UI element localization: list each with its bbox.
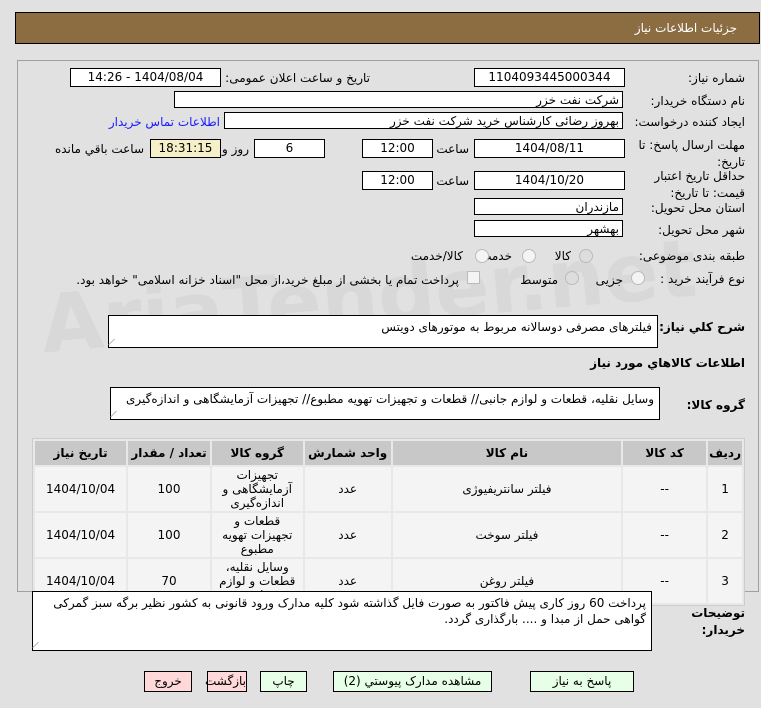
- creator-field: بهروز رضائی کارشناس خرید شرکت نفت خزر: [224, 112, 623, 129]
- validity-label: حداقل تاریخ اعتبار قیمت: تا تاریخ:: [654, 169, 745, 200]
- days-label: روز و: [222, 142, 249, 156]
- category-radio-service[interactable]: [522, 249, 536, 263]
- back-button[interactable]: بازگشت: [205, 671, 247, 692]
- treasury-checkbox[interactable]: [467, 271, 480, 284]
- cell-code: --: [623, 513, 707, 557]
- exit-button[interactable]: خروج: [144, 671, 192, 692]
- cell-row: 3: [708, 559, 742, 603]
- buyer-org-label: نام دستگاه خریدار:: [650, 94, 746, 108]
- cell-code: --: [623, 467, 707, 511]
- col-header-group: گروه کالا: [211, 441, 303, 465]
- process-option-minor: جزیی: [595, 273, 623, 287]
- description-label: شرح کلي نیاز:: [659, 320, 745, 334]
- cell-row: 1: [708, 467, 742, 511]
- col-header-unit: واحد شمارش: [304, 441, 391, 465]
- col-header-qty: تعداد / مقدار: [128, 441, 210, 465]
- col-header-date: تاریخ نیاز: [35, 441, 127, 465]
- col-header-row: ردیف: [708, 441, 742, 465]
- table-header-row: ردیف کد کالا نام کالا واحد شمارش گروه کا…: [35, 441, 742, 465]
- col-header-name: نام کالا: [392, 441, 622, 465]
- payment-note: پرداخت تمام یا بخشی از مبلغ خرید،از محل …: [76, 273, 459, 287]
- validity-date-field: 1404/10/20: [474, 171, 625, 190]
- deadline-date-field: 1404/08/11: [474, 139, 625, 158]
- need-number-field: 1104093445000344: [474, 68, 625, 87]
- contact-buyer-link[interactable]: اطلاعات تماس خریدار: [109, 115, 220, 129]
- notes-textarea[interactable]: پرداخت 60 روز کاری پیش فاکتور به صورت فا…: [32, 591, 652, 651]
- process-radio-minor[interactable]: [631, 271, 645, 285]
- process-label: نوع فرآیند خرید :: [660, 272, 745, 286]
- attachments-button[interactable]: مشاهده مدارک پیوستي (2): [333, 671, 492, 692]
- group-label: گروه کالا:: [686, 398, 745, 412]
- need-number-label: شماره نیاز:: [688, 71, 745, 85]
- city-label: شهر محل تحویل:: [658, 223, 745, 237]
- cell-row: 2: [708, 513, 742, 557]
- reply-button[interactable]: پاسخ به نیاز: [530, 671, 634, 692]
- group-textarea[interactable]: وسایل نقلیه، قطعات و لوازم جانبی// قطعات…: [110, 387, 660, 420]
- days-field: 6: [254, 139, 325, 158]
- city-field: بهشهر: [474, 220, 623, 237]
- category-option-both: کالا/خدمت: [410, 249, 463, 263]
- cell-group: قطعات و تجهیزات تهویه مطبوع: [211, 513, 303, 557]
- goods-table: ردیف کد کالا نام کالا واحد شمارش گروه کا…: [32, 438, 745, 606]
- notes-label: توضیحات خریدار:: [691, 606, 745, 637]
- table-row: 2 -- فیلتر سوخت عدد قطعات و تجهیزات تهویه مط…: [35, 513, 742, 557]
- time-label: ساعت: [436, 142, 469, 156]
- col-header-code: کد کالا: [623, 441, 707, 465]
- cell-group: تجهیزات آزمایشگاهی و اندازه‌گیری: [211, 467, 303, 511]
- validity-time-label: ساعت: [436, 174, 469, 188]
- province-field: مازندران: [474, 198, 623, 215]
- buyer-org-field: شرکت نفت خزر: [174, 91, 623, 108]
- process-option-medium: متوسط: [520, 273, 558, 287]
- cell-qty: 100: [128, 467, 210, 511]
- announce-label: تاریخ و ساعت اعلان عمومی:: [225, 71, 370, 85]
- cell-date: 1404/10/04: [35, 513, 127, 557]
- cell-name: فیلتر سوخت: [392, 513, 622, 557]
- deadline-time-field: 12:00: [362, 139, 433, 158]
- province-label: استان محل تحویل:: [650, 201, 745, 215]
- cell-qty: 100: [128, 513, 210, 557]
- description-textarea[interactable]: فیلترهای مصرفی دوسالانه مربوط به موتورها…: [108, 315, 658, 348]
- cell-name: فیلتر سانتریفیوژی: [392, 467, 622, 511]
- category-option-goods: کالا: [554, 249, 571, 263]
- validity-time-field: 12:00: [362, 171, 433, 190]
- category-label: طبقه بندی موضوعی:: [638, 249, 745, 263]
- print-button[interactable]: چاپ: [260, 671, 307, 692]
- process-radio-medium[interactable]: [565, 271, 579, 285]
- remaining-label: ساعت باقي مانده: [54, 142, 144, 156]
- table-row: 1 -- فیلتر سانتریفیوژی عدد تجهیزات آزمایشگاه…: [35, 467, 742, 511]
- cell-unit: عدد: [304, 467, 391, 511]
- goods-info-title: اطلاعات کالاهاي مورد نیاز: [590, 356, 745, 370]
- deadline-label: مهلت ارسال پاسخ: تا تاریخ:: [638, 138, 745, 169]
- page-header: جزئیات اطلاعات نیاز: [15, 12, 760, 44]
- category-radio-goods[interactable]: [579, 249, 593, 263]
- cell-unit: عدد: [304, 513, 391, 557]
- remaining-time-field: 18:31:15: [150, 139, 221, 158]
- announce-field: 1404/08/04 - 14:26: [70, 68, 221, 87]
- page-title: جزئیات اطلاعات نیاز: [634, 21, 737, 35]
- category-radio-both[interactable]: [475, 249, 489, 263]
- creator-label: ایجاد کننده درخواست:: [634, 115, 745, 129]
- cell-date: 1404/10/04: [35, 467, 127, 511]
